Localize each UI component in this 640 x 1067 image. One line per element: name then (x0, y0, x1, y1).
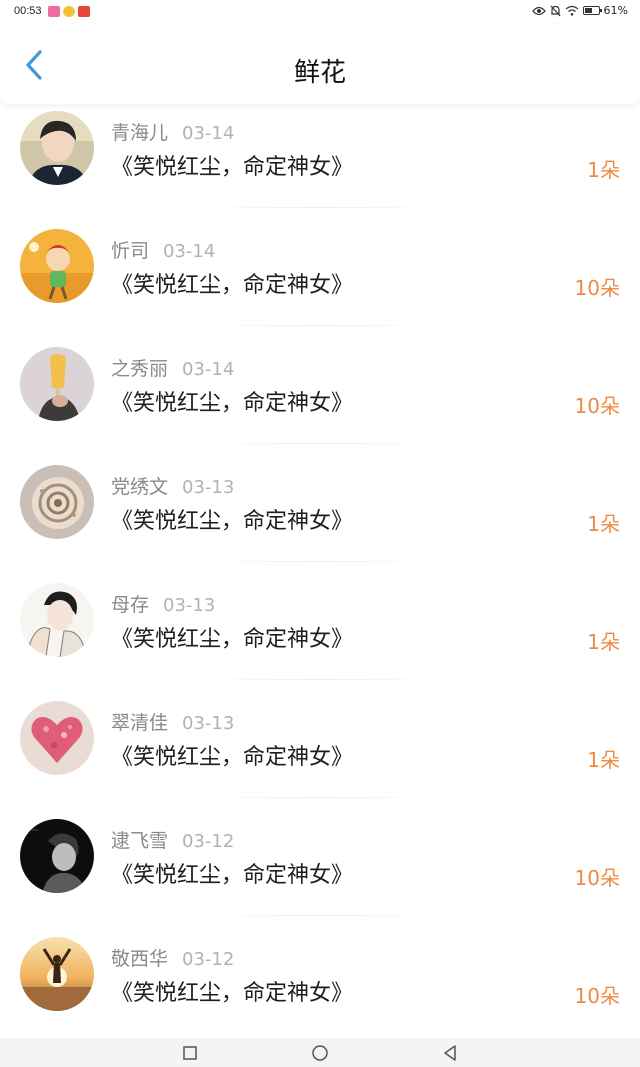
list-item[interactable]: 之秀丽 03-14 《笑悦红尘，命定神女》 10朵 (0, 340, 640, 458)
sender-row: 忻司 03-14 (111, 236, 215, 263)
gift-date: 03-14 (182, 359, 235, 380)
app-notification-icon (48, 6, 60, 17)
sender-name: 青海儿 (111, 122, 169, 144)
battery-icon (582, 6, 602, 15)
divider (200, 679, 440, 680)
status-right: 61% (531, 4, 628, 17)
circle-icon (312, 1045, 328, 1061)
gift-date: 03-13 (163, 595, 216, 616)
square-icon (183, 1046, 197, 1060)
user-avatar[interactable] (20, 937, 94, 1011)
book-title: 《笑悦红尘，命定神女》 (111, 863, 354, 888)
page-title: 鲜花 (293, 58, 346, 88)
battery-percent: 61% (603, 4, 628, 17)
mute-bell-icon (550, 5, 560, 16)
flower-count: 10朵 (574, 394, 620, 418)
status-bar: 00:53 61% (0, 0, 640, 24)
book-title: 《笑悦红尘，命定神女》 (111, 509, 354, 534)
user-avatar[interactable] (20, 819, 94, 893)
sender-name: 敬西华 (111, 948, 169, 970)
list-item[interactable]: 逮飞雪 03-12 《笑悦红尘，命定神女》 10朵 (0, 812, 640, 930)
gift-date: 03-14 (182, 123, 235, 144)
gift-date: 03-13 (182, 713, 235, 734)
book-title: 《笑悦红尘，命定神女》 (111, 155, 354, 180)
sender-row: 青海儿 03-14 (111, 118, 234, 145)
sender-row: 之秀丽 03-14 (111, 354, 234, 381)
sender-name: 翠清佳 (111, 712, 169, 734)
divider (200, 561, 440, 562)
user-avatar[interactable] (20, 583, 94, 657)
divider (200, 207, 440, 208)
back-nav-button[interactable] (441, 1044, 459, 1062)
sender-row: 翠清佳 03-13 (111, 708, 234, 735)
sender-row: 母存 03-13 (111, 590, 215, 617)
recents-button[interactable] (181, 1044, 199, 1062)
list-item[interactable]: 翠清佳 03-13 《笑悦红尘，命定神女》 1朵 (0, 694, 640, 812)
sender-row: 逮飞雪 03-12 (111, 826, 234, 853)
book-title: 《笑悦红尘，命定神女》 (111, 745, 354, 770)
list-item[interactable]: 母存 03-13 《笑悦红尘，命定神女》 1朵 (0, 576, 640, 694)
screen: 00:53 61% 鲜花 青海儿 03-14 《笑悦红尘，命定神女》 1朵 忻司… (0, 0, 640, 1067)
book-title: 《笑悦红尘，命定神女》 (111, 391, 354, 416)
list-item[interactable]: 党绣文 03-13 《笑悦红尘，命定神女》 1朵 (0, 458, 640, 576)
user-avatar[interactable] (20, 347, 94, 421)
gift-date: 03-14 (163, 241, 216, 262)
sender-name: 忻司 (111, 240, 150, 262)
divider (200, 915, 440, 916)
gift-date: 03-12 (182, 949, 235, 970)
user-avatar[interactable] (20, 465, 94, 539)
flower-count: 1朵 (587, 512, 620, 536)
divider (200, 797, 440, 798)
sender-name: 之秀丽 (111, 358, 169, 380)
list-item[interactable]: 敬西华 03-12 《笑悦红尘，命定神女》 10朵 (0, 930, 640, 1038)
list-item[interactable]: 忻司 03-14 《笑悦红尘，命定神女》 10朵 (0, 222, 640, 340)
flower-count: 1朵 (587, 630, 620, 654)
book-title: 《笑悦红尘，命定神女》 (111, 981, 354, 1006)
sender-name: 逮飞雪 (111, 830, 169, 852)
status-time: 00:53 (14, 5, 42, 17)
book-title: 《笑悦红尘，命定神女》 (111, 627, 354, 652)
gift-date: 03-12 (182, 831, 235, 852)
header: 鲜花 (0, 24, 640, 104)
sender-row: 敬西华 03-12 (111, 944, 234, 971)
list-item[interactable]: 青海儿 03-14 《笑悦红尘，命定神女》 1朵 (0, 104, 640, 222)
user-avatar[interactable] (20, 701, 94, 775)
notification-icons (48, 6, 90, 17)
eye-icon (531, 6, 546, 15)
gift-list: 青海儿 03-14 《笑悦红尘，命定神女》 1朵 忻司 03-14 《笑悦红尘，… (0, 104, 640, 1038)
flower-count: 10朵 (574, 866, 620, 890)
flower-count: 1朵 (587, 158, 620, 182)
flower-count: 1朵 (587, 748, 620, 772)
divider (200, 443, 440, 444)
app-notification-icon (63, 6, 75, 17)
wifi-icon (565, 5, 578, 16)
sender-row: 党绣文 03-13 (111, 472, 234, 499)
user-avatar[interactable] (20, 229, 94, 303)
divider (200, 325, 440, 326)
sender-name: 党绣文 (111, 476, 169, 498)
system-nav-bar (0, 1038, 640, 1067)
gift-date: 03-13 (182, 477, 235, 498)
user-avatar[interactable] (20, 111, 94, 185)
home-button[interactable] (311, 1044, 329, 1062)
book-title: 《笑悦红尘，命定神女》 (111, 273, 354, 298)
flower-count: 10朵 (574, 984, 620, 1008)
sender-name: 母存 (111, 594, 150, 616)
app-notification-icon (78, 6, 90, 17)
triangle-back-icon (444, 1045, 456, 1061)
flower-count: 10朵 (574, 276, 620, 300)
